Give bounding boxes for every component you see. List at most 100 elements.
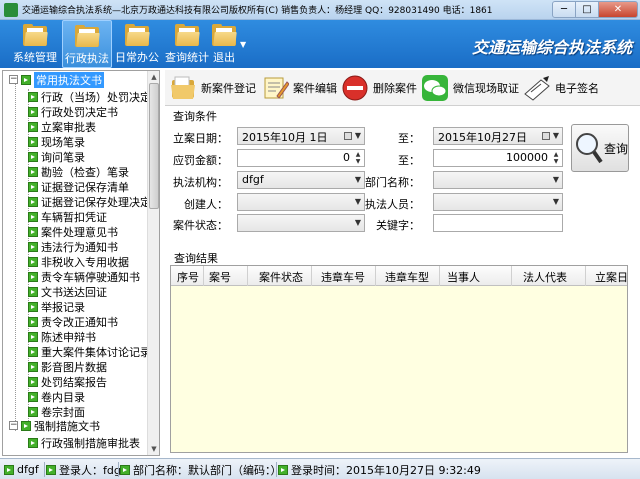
document-node-icon bbox=[28, 226, 38, 237]
keyword-input[interactable] bbox=[433, 214, 563, 232]
fine-to-stepper[interactable]: 100000 ▲ ▼ bbox=[433, 149, 563, 167]
keyword-label: 关键字： bbox=[376, 219, 420, 232]
table-header: 序号 案号 案件状态 违章车号 违章车型 当事人 法人代表 立案日 bbox=[171, 266, 627, 286]
menubar: 系统管理 行政执法 日常办公 查询统计 退出 ▼ 交通运输综合执法系统 bbox=[0, 20, 640, 68]
document-node-icon bbox=[28, 271, 38, 282]
status-login-time: 登录时间：2015年10月27日 9:32:49 bbox=[278, 461, 481, 478]
title-bar: 交通运输综合执法系统—北京万政通达科技有限公司版权所有(C) 销售负责人：杨经理… bbox=[0, 0, 640, 20]
results-table[interactable]: 序号 案号 案件状态 违章车号 违章车型 当事人 法人代表 立案日 bbox=[170, 265, 628, 453]
dept-label: 部门名称： bbox=[365, 176, 420, 189]
document-node-icon bbox=[28, 181, 38, 192]
tree-root-enforcement-docs[interactable]: − 强制措施文书 bbox=[9, 417, 100, 434]
column-header[interactable]: 当事人 bbox=[447, 269, 480, 285]
close-button[interactable]: ✕ bbox=[598, 1, 638, 18]
officer-select[interactable]: ▼ bbox=[433, 193, 563, 211]
document-node-icon bbox=[28, 166, 38, 177]
status-user: 登录人：fdg bbox=[46, 461, 121, 478]
column-header[interactable]: 案件状态 bbox=[259, 269, 303, 285]
app-icon bbox=[4, 2, 18, 17]
signature-icon bbox=[524, 76, 550, 101]
document-node-icon bbox=[28, 316, 38, 327]
fine-from-stepper[interactable]: 0 ▲ ▼ bbox=[237, 149, 365, 167]
menu-system-management[interactable]: 系统管理 bbox=[10, 20, 60, 68]
tree-root-common-docs[interactable]: − 常用执法文书 bbox=[9, 71, 104, 88]
document-node-icon bbox=[28, 151, 38, 162]
agency-select[interactable]: dfgf ▼ bbox=[237, 171, 365, 189]
chevron-down-icon[interactable]: ▼ bbox=[553, 197, 559, 206]
results-section-title: 查询结果 bbox=[174, 252, 218, 265]
calendar-icon bbox=[542, 132, 550, 140]
column-header[interactable]: 序号 bbox=[177, 269, 199, 285]
folder-icon bbox=[212, 24, 237, 46]
document-node-icon bbox=[28, 91, 38, 102]
agency-label: 执法机构： bbox=[173, 176, 228, 189]
document-node-icon bbox=[28, 286, 38, 297]
document-node-icon bbox=[28, 331, 38, 342]
document-node-icon bbox=[21, 420, 31, 431]
new-case-button[interactable]: 新案件登记 bbox=[169, 72, 256, 104]
menu-administrative-enforcement[interactable]: 行政执法 bbox=[62, 20, 112, 68]
document-node-icon bbox=[28, 391, 38, 402]
status-node-icon bbox=[46, 464, 56, 475]
document-node-icon bbox=[28, 256, 38, 267]
chevron-down-icon[interactable]: ▼ bbox=[553, 175, 559, 184]
overflow-arrow-icon[interactable]: ▼ bbox=[240, 40, 246, 49]
chevron-down-icon[interactable]: ▼ bbox=[553, 131, 559, 140]
fine-amount-label: 应罚金额： bbox=[173, 154, 228, 167]
document-tree: − 常用执法文书 行政（当场）处罚决定 行政处罚决定书 立案审批表 现场笔录 询问笔录勘… bbox=[2, 70, 160, 456]
menu-daily-office[interactable]: 日常办公 bbox=[112, 20, 162, 68]
folder-icon bbox=[23, 24, 48, 46]
magnifier-icon bbox=[575, 133, 603, 164]
case-date-from-picker[interactable]: 2015年10月 1日 ▼ bbox=[237, 127, 365, 145]
status-node-icon bbox=[4, 464, 14, 475]
edit-case-button[interactable]: 案件编辑 bbox=[261, 72, 337, 104]
folder-icon bbox=[125, 24, 150, 46]
column-header[interactable]: 案号 bbox=[209, 269, 231, 285]
document-node-icon bbox=[28, 121, 38, 132]
wechat-icon bbox=[422, 75, 448, 101]
scroll-up-icon[interactable]: ▲ bbox=[148, 71, 159, 83]
action-toolbar: 新案件登记 案件编辑 删除案件 微信现场取证 电子签名 bbox=[165, 70, 640, 106]
document-node-icon bbox=[28, 346, 38, 357]
dept-select[interactable]: ▼ bbox=[433, 171, 563, 189]
folder-icon bbox=[175, 24, 200, 46]
column-header[interactable]: 违章车型 bbox=[385, 269, 429, 285]
spin-arrows-icon[interactable]: ▲ ▼ bbox=[551, 151, 561, 165]
e-signature-button[interactable]: 电子签名 bbox=[523, 72, 599, 104]
document-node-icon bbox=[28, 136, 38, 147]
status-dept: 部门名称：默认部门（编码：） bbox=[120, 461, 282, 478]
scroll-down-icon[interactable]: ▼ bbox=[148, 443, 159, 455]
delete-case-button[interactable]: 删除案件 bbox=[341, 72, 417, 104]
document-node-icon bbox=[28, 406, 38, 417]
creator-select[interactable]: ▼ bbox=[237, 193, 365, 211]
document-node-icon bbox=[28, 376, 38, 387]
search-button[interactable]: 查询 bbox=[571, 124, 629, 172]
collapse-icon[interactable]: − bbox=[9, 75, 18, 84]
status-bar: dfgf 登录人：fdg 部门名称：默认部门（编码：） 登录时间：2015年10… bbox=[0, 458, 640, 479]
column-header[interactable]: 立案日 bbox=[595, 269, 627, 285]
status-node-icon bbox=[120, 464, 130, 475]
column-header[interactable]: 违章车号 bbox=[321, 269, 365, 285]
case-date-to-picker[interactable]: 2015年10月27日 ▼ bbox=[433, 127, 563, 145]
case-status-select[interactable]: ▼ bbox=[237, 214, 365, 232]
folder-icon bbox=[75, 25, 100, 47]
creator-label: 创建人： bbox=[184, 198, 228, 211]
document-node-icon bbox=[28, 211, 38, 222]
minimize-button[interactable]: ─ bbox=[552, 1, 576, 18]
window-title: 交通运输综合执法系统—北京万政通达科技有限公司版权所有(C) 销售负责人：杨经理… bbox=[22, 6, 492, 16]
document-node-icon bbox=[28, 361, 38, 372]
folder-icon bbox=[171, 76, 195, 99]
column-header[interactable]: 法人代表 bbox=[523, 269, 567, 285]
query-section-title: 查询条件 bbox=[173, 110, 217, 123]
delete-icon bbox=[342, 75, 368, 101]
document-node-icon bbox=[28, 301, 38, 312]
tree-item[interactable]: 行政强制措施审批表 bbox=[28, 434, 140, 451]
edit-icon bbox=[264, 77, 289, 99]
document-node-icon bbox=[28, 437, 38, 448]
tree-scrollbar[interactable]: ▲ ▼ bbox=[147, 71, 159, 455]
document-node-icon bbox=[28, 106, 38, 117]
collapse-icon[interactable]: − bbox=[9, 421, 18, 430]
wechat-evidence-button[interactable]: 微信现场取证 bbox=[421, 72, 519, 104]
maximize-button[interactable]: □ bbox=[575, 1, 599, 18]
scroll-thumb[interactable] bbox=[149, 83, 159, 209]
